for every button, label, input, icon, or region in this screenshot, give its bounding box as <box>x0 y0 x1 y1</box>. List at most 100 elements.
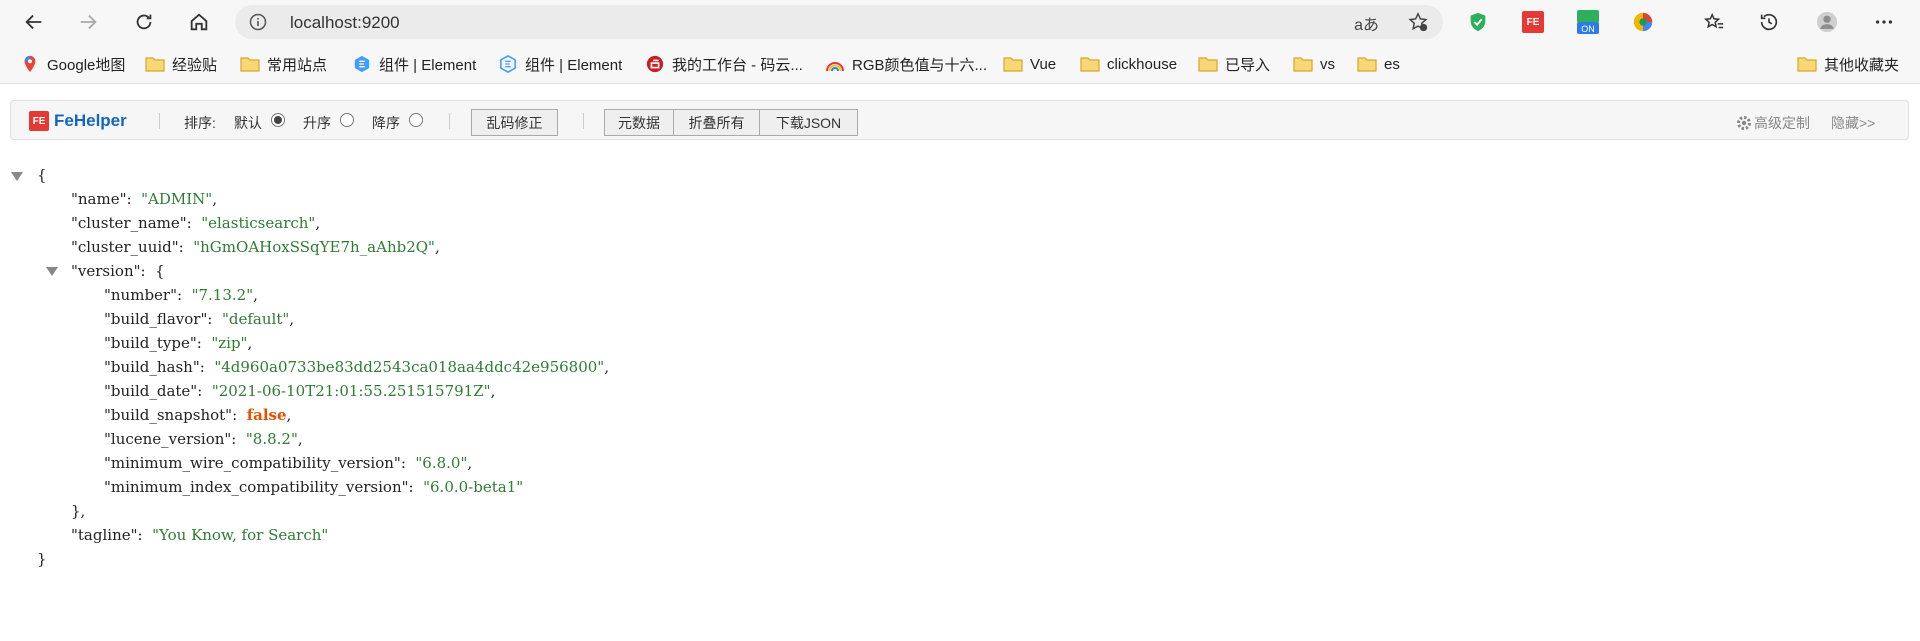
other-favorites-folder[interactable]: 其他收藏夹 <box>1797 53 1899 75</box>
bookmark-folder[interactable]: vs <box>1293 53 1335 75</box>
address-bar[interactable]: localhost:9200 aあ <box>235 5 1443 39</box>
forward-button[interactable] <box>72 6 104 38</box>
bookmark-label: 已导入 <box>1225 56 1271 74</box>
json-key: "build_hash" <box>104 358 200 376</box>
more-menu-button[interactable] <box>1868 6 1900 38</box>
json-string-value: "hGmOAHoxSSqYE7h_aAhb2Q" <box>193 238 435 256</box>
toggle-on-extension-icon[interactable]: ON <box>1575 9 1601 35</box>
collapse-all-button[interactable]: 折叠所有 <box>673 109 760 136</box>
bookmark-label: 组件 | Element <box>379 56 477 74</box>
profile-button[interactable] <box>1811 6 1843 38</box>
bookmark-item[interactable]: Google地图 <box>20 53 125 75</box>
fehelper-mark-icon: FE <box>1522 11 1544 33</box>
json-string-value: "You Know, for Search" <box>152 526 329 544</box>
download-json-button[interactable]: 下载JSON <box>759 109 858 136</box>
json-string-value: "zip" <box>211 334 248 352</box>
read-aloud-icon[interactable]: aあ <box>1354 11 1379 35</box>
json-string-value: "8.8.2" <box>245 430 298 448</box>
advanced-label: 高级定制 <box>1754 115 1810 131</box>
refresh-button[interactable] <box>128 6 160 38</box>
json-line-version: "version": { <box>71 262 165 280</box>
json-line-build-date: "build_date": "2021-06-10T21:01:55.25151… <box>104 382 496 400</box>
sort-label: 排序: <box>184 115 216 131</box>
bookmark-folder[interactable]: 已导入 <box>1198 53 1270 75</box>
bookmark-label: 组件 | Element <box>525 56 623 74</box>
sort-asc-radio[interactable] <box>340 113 354 127</box>
json-boolean-value: false <box>246 406 287 424</box>
colorful-extension-icon[interactable] <box>1630 9 1656 35</box>
json-key: "cluster_name" <box>71 214 187 232</box>
browser-toolbar: localhost:9200 aあ FE ON <box>0 0 1920 44</box>
bookmark-label: Vue <box>1030 55 1057 73</box>
json-open-brace: { <box>37 166 47 184</box>
favorites-button[interactable] <box>1698 6 1730 38</box>
sort-default-radio[interactable] <box>271 113 285 127</box>
json-string-value: "ADMIN" <box>141 190 213 208</box>
bookmark-folder[interactable]: Vue <box>1003 53 1056 75</box>
sort-asc-label: 升序 <box>303 115 331 131</box>
home-icon <box>190 13 208 31</box>
bookmark-folder[interactable]: 经验贴 <box>145 53 217 75</box>
bookmark-label: 我的工作台 - 码云... <box>672 56 803 74</box>
back-button[interactable] <box>18 6 50 38</box>
fix-encoding-button[interactable]: 乱码修正 <box>471 109 558 136</box>
folder-icon <box>1357 57 1377 72</box>
bookmark-label: 常用站点 <box>267 56 328 74</box>
bookmark-label: vs <box>1320 55 1335 73</box>
json-line-cluster-name: "cluster_name": "elasticsearch", <box>71 214 321 232</box>
bookmark-label: es <box>1384 55 1400 73</box>
gear-icon <box>1737 116 1751 130</box>
folder-icon <box>1797 57 1817 72</box>
element-icon <box>499 55 517 73</box>
site-info-icon[interactable] <box>249 13 267 31</box>
folder-icon <box>240 57 260 72</box>
bookmark-item[interactable]: RGB颜色值与十六... <box>825 53 987 75</box>
back-arrow-icon <box>25 14 42 30</box>
gitee-icon <box>646 55 664 73</box>
json-line-min-wire: "minimum_wire_compatibility_version": "6… <box>104 454 473 472</box>
shield-extension-icon[interactable] <box>1465 9 1491 35</box>
sort-desc-radio[interactable] <box>409 113 423 127</box>
bookmark-item[interactable]: 组件 | Element <box>498 53 622 75</box>
sort-desc-label: 降序 <box>372 115 400 131</box>
json-key: "cluster_uuid" <box>71 238 179 256</box>
bookmark-folder[interactable]: es <box>1357 53 1400 75</box>
bookmark-label: RGB颜色值与十六... <box>852 56 988 74</box>
json-version-close: }, <box>71 502 86 520</box>
fehelper-extension-icon[interactable]: FE <box>1520 9 1546 35</box>
json-key: "build_snapshot" <box>104 406 233 424</box>
json-key: "build_flavor" <box>104 310 208 328</box>
json-close-brace: } <box>37 550 47 568</box>
refresh-icon <box>136 14 152 30</box>
collapse-root-toggle-icon[interactable] <box>11 172 23 181</box>
json-string-value: "4d960a0733be83dd2543ca018aa4ddc42e95680… <box>214 358 605 376</box>
bookmark-folder[interactable]: 常用站点 <box>240 53 327 75</box>
folder-icon <box>1293 57 1313 72</box>
bookmark-label: 经验贴 <box>172 56 218 74</box>
json-line-build-flavor: "build_flavor": "default", <box>104 310 295 328</box>
history-button[interactable] <box>1753 6 1785 38</box>
json-string-value: "7.13.2" <box>191 286 254 304</box>
more-dots-icon <box>1875 20 1893 24</box>
json-line-build-snapshot: "build_snapshot": false, <box>104 406 292 424</box>
url-text[interactable]: localhost:9200 <box>290 13 400 33</box>
fehelper-logo[interactable]: FE FeHelper <box>29 111 127 131</box>
hide-link[interactable]: 隐藏>> <box>1831 113 1875 133</box>
home-button[interactable] <box>183 6 215 38</box>
add-favorite-icon[interactable] <box>1407 11 1429 33</box>
json-key: "tagline" <box>71 526 138 544</box>
history-icon <box>1760 13 1778 31</box>
bookmark-folder[interactable]: clickhouse <box>1080 53 1177 75</box>
collapse-version-toggle-icon[interactable] <box>46 267 58 276</box>
raw-data-button[interactable]: 元数据 <box>604 109 674 136</box>
rainbow-icon <box>826 62 844 72</box>
json-string-value: "default" <box>221 310 290 328</box>
divider <box>159 113 160 129</box>
bookmark-item[interactable]: 组件 | Element <box>352 53 476 75</box>
json-line-name: "name": "ADMIN", <box>71 190 217 208</box>
folder-icon <box>1080 57 1100 72</box>
google-maps-icon <box>24 55 36 73</box>
bookmark-item[interactable]: 我的工作台 - 码云... <box>645 53 803 75</box>
json-key: "build_type" <box>104 334 197 352</box>
advanced-settings-link[interactable]: 高级定制 <box>1736 113 1810 133</box>
